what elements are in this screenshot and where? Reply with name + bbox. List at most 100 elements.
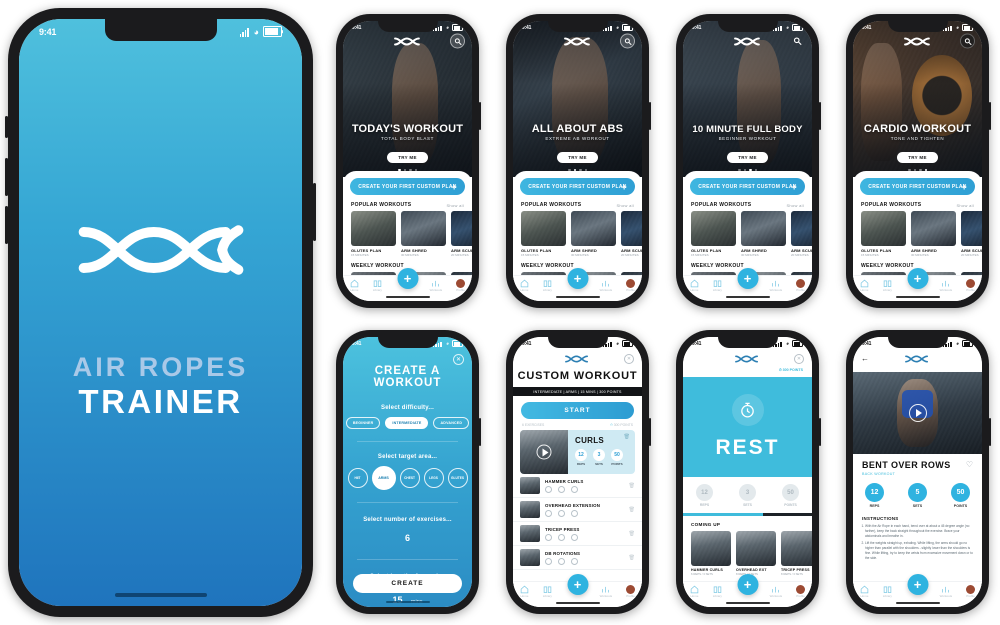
show-all-link[interactable]: Show all bbox=[446, 203, 464, 208]
sidebar-item-workouts[interactable]: Workouts bbox=[430, 279, 442, 292]
add-workout-fab[interactable]: + bbox=[737, 574, 758, 595]
stepper-sets[interactable] bbox=[558, 509, 565, 517]
sidebar-item-home[interactable]: Home bbox=[690, 585, 699, 598]
add-workout-fab[interactable]: + bbox=[397, 268, 418, 289]
sidebar-item-workouts[interactable]: Workouts bbox=[770, 279, 782, 292]
search-icon[interactable] bbox=[960, 33, 975, 49]
exercise-thumbnail[interactable] bbox=[520, 430, 568, 474]
exercise-steppers[interactable] bbox=[545, 533, 580, 541]
trash-icon[interactable]: 🗑 bbox=[629, 507, 635, 513]
sidebar-item-library[interactable]: Library bbox=[373, 279, 382, 292]
workout-card[interactable]: ARM SCULPT 20 MINUTES bbox=[451, 211, 472, 257]
power-button[interactable] bbox=[989, 418, 991, 446]
target-area-glutes[interactable]: GLUTES bbox=[447, 468, 468, 488]
show-all-link[interactable]: Show all bbox=[616, 203, 634, 208]
search-icon[interactable] bbox=[790, 34, 805, 49]
exercise-row[interactable]: TRICEP PRESS 🗑 bbox=[513, 522, 642, 546]
target-area-chest[interactable]: CHEST bbox=[399, 468, 420, 488]
sidebar-item-workouts[interactable]: Workouts bbox=[600, 279, 612, 292]
coming-up-card[interactable]: HAMMER CURLS 6 REPS / 3 SETS bbox=[691, 531, 731, 576]
workout-card[interactable]: GLUTES PLAN 15 MINUTES bbox=[521, 211, 566, 257]
workout-card[interactable]: ARM SCULPT 20 MINUTES bbox=[621, 211, 642, 257]
sidebar-item-workouts[interactable]: Workouts bbox=[940, 279, 952, 292]
sidebar-item-home[interactable]: Home bbox=[860, 585, 869, 598]
sidebar-item-home[interactable]: Home bbox=[690, 279, 699, 292]
sidebar-item-workouts[interactable]: Workouts bbox=[940, 585, 952, 598]
power-button[interactable] bbox=[649, 102, 651, 130]
power-button[interactable] bbox=[313, 183, 316, 241]
close-icon[interactable]: ✕ bbox=[624, 354, 634, 364]
sidebar-item-home[interactable]: Home bbox=[860, 279, 869, 292]
sidebar-item-home[interactable]: Home bbox=[520, 279, 529, 292]
coming-up-card[interactable]: OVERHEAD EXT 8 REPS / 3 SETS bbox=[736, 531, 776, 576]
coming-up-card[interactable]: TRICEP PRESS 8 REPS / 3 SETS bbox=[781, 531, 812, 576]
stepper-reps[interactable] bbox=[545, 509, 552, 517]
sidebar-item-profile[interactable]: Profile bbox=[966, 585, 976, 598]
stepper-sets[interactable] bbox=[558, 485, 565, 493]
power-button[interactable] bbox=[819, 102, 821, 130]
stepper-points[interactable] bbox=[571, 485, 578, 493]
hero-banner[interactable]: TODAY'S WORKOUT TOTAL BODY BLAST TRY ME bbox=[343, 21, 472, 177]
workout-card[interactable]: GLUTES PLAN 15 MINUTES bbox=[691, 211, 736, 257]
power-button[interactable] bbox=[989, 102, 991, 130]
difficulty-option-advanced[interactable]: ADVANCED bbox=[433, 417, 470, 429]
hero-banner[interactable]: 10 MINUTE FULL BODY BEGINNER WORKOUT TRY… bbox=[683, 21, 812, 177]
workout-card[interactable]: GLUTES PLAN 15 MINUTES bbox=[861, 211, 906, 257]
workout-card[interactable]: ARM SHRED 30 MINUTES bbox=[401, 211, 446, 257]
exercise-video[interactable] bbox=[853, 372, 982, 454]
workout-card[interactable]: ARM SHRED 30 MINUTES bbox=[571, 211, 616, 257]
sidebar-item-home[interactable]: Home bbox=[350, 279, 359, 292]
exercise-steppers[interactable] bbox=[545, 509, 600, 517]
heart-icon[interactable]: ♡ bbox=[966, 460, 973, 469]
target-area-hiit[interactable]: HIIT bbox=[347, 468, 368, 488]
start-button[interactable]: START bbox=[521, 402, 634, 419]
progress-bar[interactable] bbox=[683, 513, 812, 516]
play-icon[interactable] bbox=[536, 444, 552, 460]
exercise-row[interactable]: OVERHEAD EXTENSION 🗑 bbox=[513, 498, 642, 522]
difficulty-option-intermediate[interactable]: INTERMEDIATE bbox=[385, 417, 429, 429]
trash-icon[interactable]: 🗑 bbox=[629, 483, 635, 489]
create-custom-plan-button[interactable]: CREATE YOUR FIRST CUSTOM PLAN + bbox=[860, 178, 975, 195]
stepper-reps[interactable] bbox=[545, 557, 552, 565]
trash-icon[interactable]: 🗑 bbox=[629, 531, 635, 537]
sidebar-item-workouts[interactable]: Workouts bbox=[770, 585, 782, 598]
sidebar-item-library[interactable]: Library bbox=[713, 585, 722, 598]
sidebar-item-library[interactable]: Library bbox=[543, 279, 552, 292]
volume-down-button[interactable] bbox=[5, 206, 8, 244]
back-arrow-icon[interactable]: ← bbox=[861, 355, 869, 363]
workout-card[interactable]: ARM SHRED 30 MINUTES bbox=[911, 211, 956, 257]
hero-banner[interactable]: CARDIO WORKOUT TONE AND TIGHTEN TRY ME bbox=[853, 21, 982, 177]
exercise-steppers[interactable] bbox=[545, 485, 584, 493]
stepper-points[interactable] bbox=[571, 533, 578, 541]
power-button[interactable] bbox=[649, 418, 651, 446]
search-icon[interactable] bbox=[620, 33, 635, 49]
play-icon[interactable] bbox=[908, 404, 927, 422]
add-workout-fab[interactable]: + bbox=[737, 268, 758, 289]
sidebar-item-profile[interactable]: Profile bbox=[796, 279, 806, 292]
sidebar-item-profile[interactable]: Profile bbox=[626, 279, 636, 292]
search-icon[interactable] bbox=[450, 33, 465, 49]
stepper-sets[interactable] bbox=[558, 557, 565, 565]
exercise-count-value[interactable]: 6 bbox=[343, 533, 472, 543]
featured-exercise-card[interactable]: CURLS 12 REPS 3 SETS 50 POINTS 🗑 bbox=[520, 430, 635, 474]
stepper-sets[interactable] bbox=[558, 533, 565, 541]
volume-up-button[interactable] bbox=[5, 158, 8, 196]
show-all-link[interactable]: Show all bbox=[956, 203, 974, 208]
power-button[interactable] bbox=[819, 418, 821, 446]
sidebar-item-library[interactable]: Library bbox=[713, 279, 722, 292]
try-me-button[interactable]: TRY ME bbox=[557, 151, 598, 163]
sidebar-item-profile[interactable]: Profile bbox=[796, 585, 806, 598]
workout-card[interactable]: GLUTES PLAN 15 MINUTES bbox=[351, 211, 396, 257]
add-workout-fab[interactable]: + bbox=[567, 574, 588, 595]
exercise-length-value[interactable]: 15 bbox=[392, 595, 402, 605]
exercise-row[interactable]: DB ROTATIONS 🗑 bbox=[513, 546, 642, 570]
difficulty-option-beginner[interactable]: BEGINNER bbox=[345, 417, 381, 429]
create-button[interactable]: CREATE bbox=[353, 574, 462, 593]
sidebar-item-library[interactable]: Library bbox=[883, 585, 892, 598]
try-me-button[interactable]: TRY ME bbox=[387, 151, 428, 163]
power-button[interactable] bbox=[479, 102, 481, 130]
close-icon[interactable]: ✕ bbox=[794, 354, 804, 364]
trash-icon[interactable]: 🗑 bbox=[624, 434, 630, 440]
create-custom-plan-button[interactable]: CREATE YOUR FIRST CUSTOM PLAN + bbox=[690, 178, 805, 195]
create-custom-plan-button[interactable]: CREATE YOUR FIRST CUSTOM PLAN + bbox=[350, 178, 465, 195]
